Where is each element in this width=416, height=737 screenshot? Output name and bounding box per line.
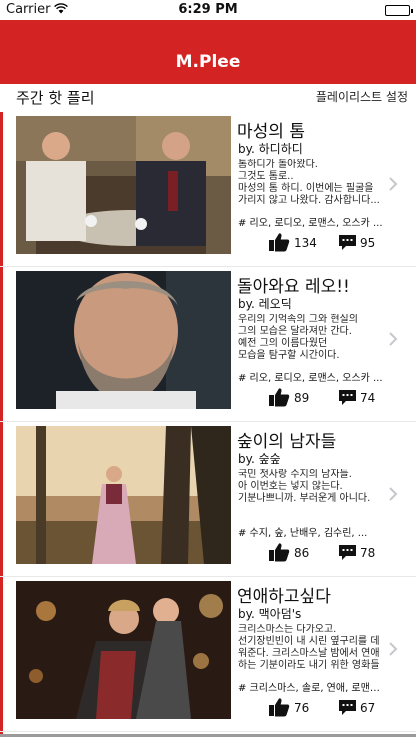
playlist-description: 크리스마스는 다가오고. 선기장빈빈이 내 시린 옆구리를 데 워준다. 크리스… (238, 624, 380, 671)
clock-time: 6:29 PM (178, 2, 238, 17)
comment-bubble-icon (339, 390, 356, 405)
couple-embrace-photo (16, 581, 231, 719)
playlist-cell[interactable]: 연애하고싶다 by. 맥아덤's 크리스마스는 다가오고. 선기장빈빈이 내 시… (0, 577, 416, 732)
comment-bubble-icon (339, 545, 356, 560)
chevron-right-icon (389, 487, 398, 501)
playlist-list[interactable]: 마성의 톰 by. 하디하디 톰하디가 돌아왔다. 그것도 톰로.. 마성의 톰… (0, 112, 416, 732)
playlist-description: 국민 첫사랑 수지의 남자들. 아 이번호는 넣지 않는다. 기분나쁘니까. 부… (238, 469, 371, 504)
chevron-right-icon (389, 177, 398, 191)
thumbs-up-icon (269, 543, 290, 562)
comment-count: 78 (360, 546, 376, 560)
like-count: 134 (294, 236, 317, 250)
playlist-tags: # 리오, 로디오, 로맨스, 오스카 ... (238, 218, 383, 229)
playlist-title: 돌아와요 레오!! (237, 277, 350, 297)
comment-count: 67 (360, 701, 376, 715)
playlist-cell[interactable]: 숲이의 남자들 by. 숲숲 국민 첫사랑 수지의 남자들. 아 이번호는 넣지… (0, 422, 416, 577)
playlist-cell[interactable]: 돌아와요 레오!! by. 레오딕 우리의 기억속의 그와 현실의 그의 모습은… (0, 267, 416, 422)
like-count: 76 (294, 701, 310, 715)
playlist-title: 숲이의 남자들 (237, 432, 337, 452)
playlist-title: 마성의 톰 (237, 122, 305, 142)
like-count: 89 (294, 391, 310, 405)
playlist-description: 우리의 기억속의 그와 현실의 그의 모습은 달라져만 간다. 예전 그의 이름… (238, 314, 358, 361)
playlist-cell[interactable]: 마성의 톰 by. 하디하디 톰하디가 돌아왔다. 그것도 톰로.. 마성의 톰… (0, 112, 416, 267)
playlist-title: 연애하고싶다 (237, 587, 331, 607)
playlist-description: 톰하디가 돌아왔다. 그것도 톰로.. 마성의 톰 하디. 이번에는 필굴을 가… (238, 159, 380, 206)
thumbs-up-icon (269, 698, 290, 717)
playlist-tags: # 리오, 로디오, 로맨스, 오스카 ... (238, 373, 383, 384)
playlist-tags: # 크리스마스, 솔로, 연애, 로맨스, ... (238, 683, 388, 694)
thumbs-up-icon (269, 388, 290, 407)
thumbs-up-icon (269, 233, 290, 252)
chevron-right-icon (389, 332, 398, 346)
playlist-author: by. 숲숲 (238, 452, 281, 466)
playlist-settings-button[interactable]: 플레이리스트 설정 (316, 88, 408, 105)
like-count: 86 (294, 546, 310, 560)
section-title: 주간 핫 플리 (16, 89, 95, 107)
playlist-author: by. 하디하디 (238, 142, 303, 156)
men-at-table-photo (16, 116, 231, 254)
comment-count: 74 (360, 391, 376, 405)
chevron-right-icon (389, 642, 398, 656)
comment-bubble-icon (339, 235, 356, 250)
app-title: M.Plee (175, 52, 241, 72)
section-header: 주간 핫 플리 플레이리스트 설정 (0, 84, 416, 112)
playlist-author: by. 맥아덤's (238, 607, 302, 621)
bearded-man-portrait (16, 271, 231, 409)
comment-bubble-icon (339, 700, 356, 715)
navigation-bar: M.Plee (0, 20, 416, 84)
playlist-tags: # 수지, 숲, 난배우, 김수린, ... (238, 528, 368, 539)
woman-in-forest-photo (16, 426, 231, 564)
battery-icon (385, 5, 413, 16)
status-bar: Carrier 6:29 PM (0, 0, 416, 20)
comment-count: 95 (360, 236, 376, 250)
playlist-author: by. 레오딕 (238, 297, 292, 311)
